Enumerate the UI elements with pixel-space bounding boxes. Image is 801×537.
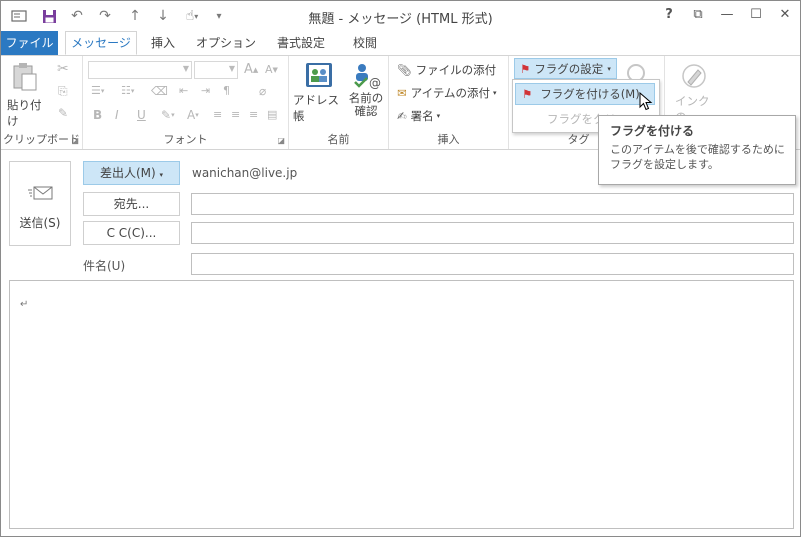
align-left-icon[interactable]: ≡: [213, 108, 222, 121]
signature-label: 署名: [410, 109, 434, 123]
send-label: 送信(S): [19, 216, 61, 230]
paste-button[interactable]: 貼り付け: [7, 62, 43, 128]
help-button[interactable]: ?: [656, 5, 682, 25]
decrease-indent-icon[interactable]: ⇤: [179, 84, 188, 97]
tab-options[interactable]: オプション: [193, 31, 259, 55]
italic-button[interactable]: I: [115, 108, 119, 122]
address-book-button[interactable]: アドレス帳: [293, 61, 345, 124]
from-button[interactable]: 差出人(M) ▾: [83, 161, 180, 185]
flag-tooltip: フラグを付ける このアイテムを後で確認するためにフラグを設定します。: [598, 115, 796, 185]
flag-item-icon: ⚑: [522, 87, 533, 101]
insert-group: 📎︎ ファイルの添付 ✉ アイテムの添付 ▾ ✍ 署名 ▾ 挿入: [389, 56, 509, 149]
from-dropdown-icon: ▾: [159, 171, 164, 179]
signature-button[interactable]: ✍ 署名 ▾: [397, 108, 440, 124]
tab-format-text[interactable]: 書式設定: [267, 31, 335, 55]
grow-font-button[interactable]: A ▲: [244, 62, 258, 77]
justify-icon[interactable]: ▤: [267, 108, 277, 121]
tab-file[interactable]: ファイル: [1, 31, 58, 55]
ribbon-display-button[interactable]: ⧉: [685, 5, 711, 25]
check-names-button[interactable]: @ 名前の 確認: [347, 61, 385, 118]
address-book-label: アドレス帳: [293, 93, 339, 123]
bold-button[interactable]: B: [93, 108, 102, 122]
minimize-button[interactable]: —: [714, 5, 740, 25]
increase-indent-icon[interactable]: ⇥: [201, 84, 210, 97]
tab-insert[interactable]: 挿入: [141, 31, 185, 55]
font-launcher-icon[interactable]: ◪: [277, 136, 285, 145]
message-body[interactable]: ↵: [9, 280, 794, 529]
title-bar: ↶ ↷ ↑ ↓ ☝ ▾ ▾ 無題 - メッセージ (HTML 形式) ? ⧉ — …: [1, 1, 800, 31]
attach-file-button[interactable]: 📎︎ ファイルの添付: [397, 62, 496, 78]
tooltip-body: このアイテムを後で確認するためにフラグを設定します。: [610, 143, 785, 171]
signature-dropdown-icon: ▾: [436, 112, 441, 120]
red-flag-icon: ⚑: [520, 61, 531, 76]
highlight-icon[interactable]: ✎ ▾: [161, 108, 175, 122]
to-field[interactable]: [191, 193, 794, 215]
follow-up-button[interactable]: ⚑ フラグの設定 ▾: [514, 58, 617, 79]
follow-up-dropdown-icon: ▾: [607, 64, 611, 73]
svg-text:@: @: [369, 76, 381, 89]
underline-button[interactable]: U: [137, 108, 146, 122]
tab-message[interactable]: メッセージ: [65, 31, 137, 55]
from-button-label: 差出人(M): [99, 166, 156, 180]
paperclip-icon: 📎︎: [397, 63, 412, 77]
cut-icon[interactable]: ✂: [57, 61, 69, 77]
format-painter-icon[interactable]: ✎: [58, 106, 68, 120]
font-size-combo[interactable]: ▼: [194, 61, 238, 79]
attach-item-label: アイテムの添付: [410, 86, 490, 100]
tooltip-title: フラグを付ける: [610, 124, 695, 138]
font-group-label: フォント: [163, 133, 208, 146]
align-right-icon[interactable]: ≡: [249, 108, 258, 121]
pen-icon: [680, 62, 708, 93]
attach-file-label: ファイルの添付: [415, 63, 497, 77]
follow-up-label: フラグの設定: [534, 61, 604, 76]
check-names-icon: @: [351, 61, 381, 92]
paragraph-mark: ↵: [20, 299, 29, 310]
bullets-icon[interactable]: ☰ ▾: [91, 84, 104, 97]
subject-label: 件名(U): [83, 259, 126, 273]
paste-label: 貼り付け: [7, 98, 42, 128]
mouse-pointer-icon: [639, 91, 653, 115]
align-center-icon[interactable]: ≡: [231, 108, 240, 121]
insert-group-label: 挿入: [437, 133, 460, 146]
font-group: ▼ ▼ A ▲ A ▼ ☰ ▾ ☷ ▾ ⌫ ⇤ ⇥ ¶ B I U ✎ ▾ A …: [83, 56, 289, 149]
signature-icon: ✍: [397, 109, 407, 123]
clear-format-icon[interactable]: ⌀: [259, 84, 266, 98]
send-button[interactable]: 送信(S): [9, 161, 71, 246]
flag-item-label: フラグを付ける(M): [540, 87, 640, 101]
flag-item-menu-option[interactable]: ⚑ フラグを付ける(M): [515, 83, 655, 105]
close-button[interactable]: ✕: [772, 5, 798, 25]
attach-item-icon: ✉: [397, 86, 407, 100]
check-names-label-2: 確認: [354, 104, 378, 118]
numbering-icon[interactable]: ☷ ▾: [121, 84, 134, 97]
address-book-icon: [304, 61, 334, 92]
copy-icon[interactable]: ⎘: [58, 84, 68, 99]
shrink-font-button[interactable]: A ▼: [265, 63, 278, 76]
attach-item-dropdown-icon: ▾: [493, 89, 497, 97]
clear-formatting-icon[interactable]: ⌫: [151, 84, 168, 98]
paste-icon: [11, 62, 39, 95]
names-group: アドレス帳 @ 名前の 確認 名前: [289, 56, 389, 149]
from-address: wanichan@live.jp: [192, 166, 298, 180]
clipboard-group-label: クリップボード: [3, 133, 80, 146]
outlook-message-window: ↶ ↷ ↑ ↓ ☝ ▾ ▾ 無題 - メッセージ (HTML 形式) ? ⧉ — …: [0, 0, 801, 537]
clipboard-group: 貼り付け ✂ ⎘ ✎ クリップボード ◪: [1, 56, 83, 149]
styles-icon[interactable]: ¶: [223, 84, 230, 97]
font-color-button[interactable]: A ▾: [187, 108, 199, 122]
clipboard-launcher-icon[interactable]: ◪: [71, 136, 79, 145]
tab-review[interactable]: 校閲: [343, 31, 387, 55]
to-button[interactable]: 宛先...: [83, 192, 180, 216]
subject-field[interactable]: [191, 253, 794, 275]
cc-button[interactable]: C C(C)...: [83, 221, 180, 245]
ribbon-tabs: ファイル メッセージ 挿入 オプション 書式設定 校閲: [1, 31, 800, 56]
attach-item-button[interactable]: ✉ アイテムの添付 ▾: [397, 85, 497, 101]
font-name-combo[interactable]: ▼: [88, 61, 192, 79]
names-group-label: 名前: [327, 133, 350, 146]
cc-field[interactable]: [191, 222, 794, 244]
maximize-button[interactable]: ☐: [743, 5, 769, 25]
send-icon: [28, 184, 54, 205]
